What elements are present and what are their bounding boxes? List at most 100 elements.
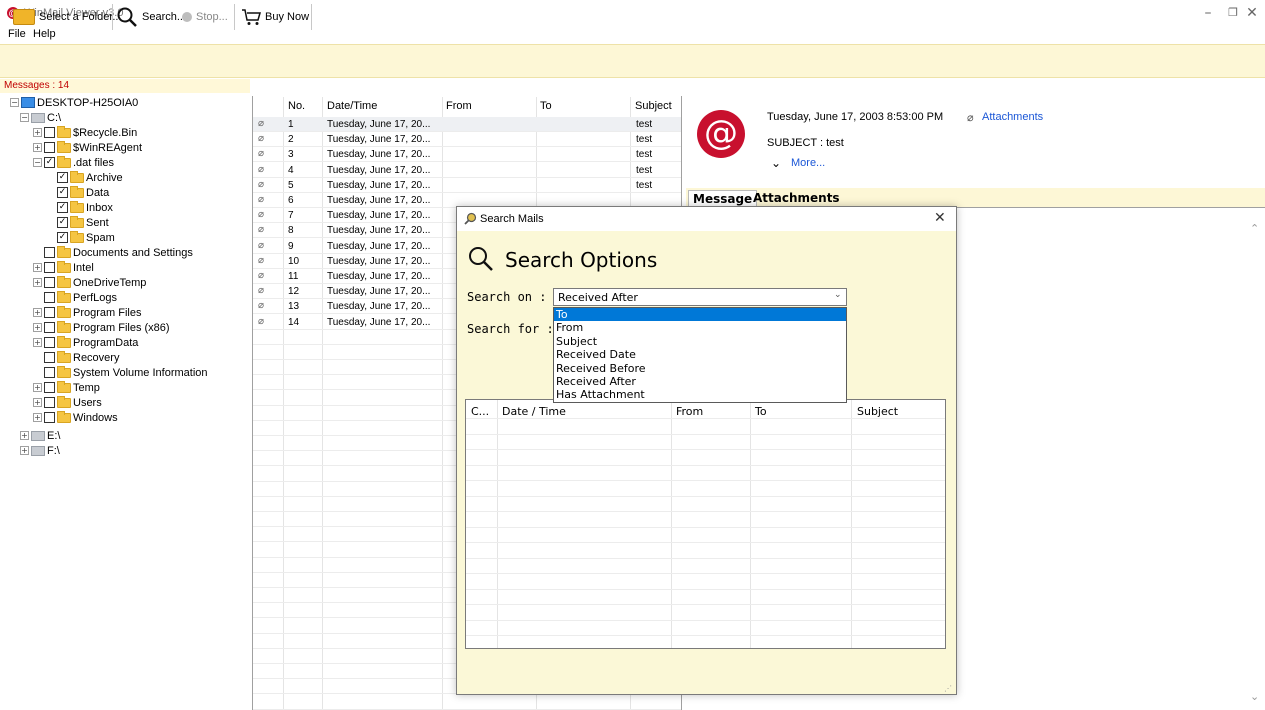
tree-node-program-files[interactable]: + Program Files [33, 305, 141, 320]
result-header-subject[interactable]: Subject [857, 405, 898, 418]
checkbox[interactable] [44, 382, 55, 393]
expand-icon[interactable]: + [20, 446, 29, 455]
close-button[interactable]: ✕ [1238, 4, 1265, 22]
dropdown-option[interactable]: From [554, 321, 846, 334]
expand-icon[interactable]: + [33, 143, 42, 152]
tree-node-perflogs[interactable]: PerfLogs [44, 290, 117, 305]
checkbox[interactable] [44, 292, 55, 303]
tree-node-temp[interactable]: + Temp [33, 380, 100, 395]
checkbox[interactable] [44, 337, 55, 348]
table-row[interactable]: ⌀ 1 Tuesday, June 17, 20... test [253, 117, 681, 132]
checkbox[interactable] [44, 142, 55, 153]
dropdown-option[interactable]: Subject [554, 335, 846, 348]
tree-node-spam[interactable]: ✓ Spam [57, 230, 115, 245]
dropdown-option[interactable]: Received Date [554, 348, 846, 361]
checkbox-checked[interactable]: ✓ [57, 202, 68, 213]
tree-node-recovery[interactable]: Recovery [44, 350, 119, 365]
tree-node-program-files-x86[interactable]: + Program Files (x86) [33, 320, 170, 335]
checkbox-checked[interactable]: ✓ [57, 217, 68, 228]
result-header-from[interactable]: From [676, 405, 703, 418]
tree-node-c-drive[interactable]: − C:\ [20, 110, 61, 125]
column-header-from[interactable]: From [446, 100, 472, 112]
checkbox[interactable] [44, 127, 55, 138]
result-header-to[interactable]: To [755, 405, 767, 418]
expand-icon[interactable]: + [33, 383, 42, 392]
scroll-down-icon[interactable]: ⌄ [1250, 690, 1259, 703]
column-header-no[interactable]: No. [288, 100, 305, 112]
row-date: Tuesday, June 17, 20... [327, 286, 431, 298]
folder-icon [57, 410, 71, 423]
chevron-down-icon[interactable]: ⌄ [834, 290, 842, 300]
more-link[interactable]: More... [791, 157, 825, 169]
tree-node-intel[interactable]: + Intel [33, 260, 94, 275]
buy-now-button[interactable]: Buy Now [241, 3, 309, 31]
dropdown-option[interactable]: Received After [554, 375, 846, 388]
tab-attachments[interactable]: Attachments [749, 190, 844, 206]
search-on-select[interactable]: Received After [553, 288, 847, 306]
tree-node-programdata[interactable]: + ProgramData [33, 335, 138, 350]
dropdown-option[interactable]: Received Before [554, 362, 846, 375]
tree-node-onedrivetemp[interactable]: + OneDriveTemp [33, 275, 146, 290]
resize-grip-icon[interactable]: ⋰ [944, 684, 952, 693]
tree-node-inbox[interactable]: ✓ Inbox [57, 200, 113, 215]
result-header-c[interactable]: C... [471, 405, 489, 418]
result-header-date[interactable]: Date / Time [502, 405, 566, 418]
tree-node-f-drive[interactable]: + F:\ [20, 443, 60, 458]
tree-node-dat-files[interactable]: − ✓ .dat files [33, 155, 114, 170]
checkbox[interactable] [44, 277, 55, 288]
expand-icon[interactable]: + [33, 398, 42, 407]
collapse-icon[interactable]: − [33, 158, 42, 167]
minimize-button[interactable]: – [1194, 4, 1222, 22]
checkbox[interactable] [44, 307, 55, 318]
checkbox-checked[interactable]: ✓ [44, 157, 55, 168]
expand-icon[interactable]: + [20, 431, 29, 440]
column-header-to[interactable]: To [540, 100, 552, 112]
table-row[interactable]: ⌀ 2 Tuesday, June 17, 20... test [253, 132, 681, 148]
column-header-datetime[interactable]: Date/Time [327, 100, 377, 112]
chevron-down-icon[interactable]: ⌄ [771, 156, 781, 170]
search-button[interactable]: Search... [116, 3, 186, 31]
checkbox[interactable] [44, 412, 55, 423]
tree-node-sent[interactable]: ✓ Sent [57, 215, 109, 230]
table-row[interactable]: ⌀ 5 Tuesday, June 17, 20... test [253, 178, 681, 193]
checkbox-checked[interactable]: ✓ [57, 172, 68, 183]
tree-node-archive[interactable]: ✓ Archive [57, 170, 123, 185]
checkbox-checked[interactable]: ✓ [57, 187, 68, 198]
expand-icon[interactable]: + [33, 338, 42, 347]
checkbox[interactable] [44, 367, 55, 378]
dropdown-option[interactable]: Has Attachment [554, 388, 846, 401]
column-header-subject[interactable]: Subject [635, 100, 672, 112]
tree-node-users[interactable]: + Users [33, 395, 102, 410]
tree-node-e-drive[interactable]: + E:\ [20, 428, 60, 443]
expand-icon[interactable]: + [33, 413, 42, 422]
table-row[interactable]: ⌀ 4 Tuesday, June 17, 20... test [253, 163, 681, 178]
tree-node-winreagent[interactable]: + $WinREAgent [33, 140, 142, 155]
expand-icon[interactable]: + [33, 128, 42, 137]
checkbox-checked[interactable]: ✓ [57, 232, 68, 243]
checkbox[interactable] [44, 262, 55, 273]
scroll-up-icon[interactable]: ⌃ [1250, 222, 1259, 235]
checkbox[interactable] [44, 397, 55, 408]
stop-button[interactable]: Stop... [182, 3, 228, 31]
expand-icon[interactable]: + [33, 308, 42, 317]
tree-node-documents[interactable]: Documents and Settings [44, 245, 193, 260]
collapse-icon[interactable]: − [20, 113, 29, 122]
expand-icon[interactable]: + [33, 263, 42, 272]
tree-node-desktop[interactable]: − DESKTOP-H25OIA0 [10, 95, 138, 110]
tab-message[interactable]: Message [688, 190, 758, 207]
attachments-link[interactable]: Attachments [982, 111, 1043, 123]
dropdown-option[interactable]: To [554, 308, 846, 322]
expand-icon[interactable]: + [33, 278, 42, 287]
checkbox[interactable] [44, 322, 55, 333]
checkbox[interactable] [44, 247, 55, 258]
tree-node-data[interactable]: ✓ Data [57, 185, 109, 200]
select-folder-button[interactable]: Select a Folder... [13, 3, 122, 31]
dialog-close-button[interactable]: ✕ [934, 210, 946, 226]
collapse-icon[interactable]: − [10, 98, 19, 107]
tree-node-system-volume[interactable]: System Volume Information [44, 365, 208, 380]
expand-icon[interactable]: + [33, 323, 42, 332]
tree-node-windows[interactable]: + Windows [33, 410, 118, 425]
checkbox[interactable] [44, 352, 55, 363]
table-row[interactable]: ⌀ 3 Tuesday, June 17, 20... test [253, 147, 681, 163]
tree-node-recycle-bin[interactable]: + $Recycle.Bin [33, 125, 137, 140]
